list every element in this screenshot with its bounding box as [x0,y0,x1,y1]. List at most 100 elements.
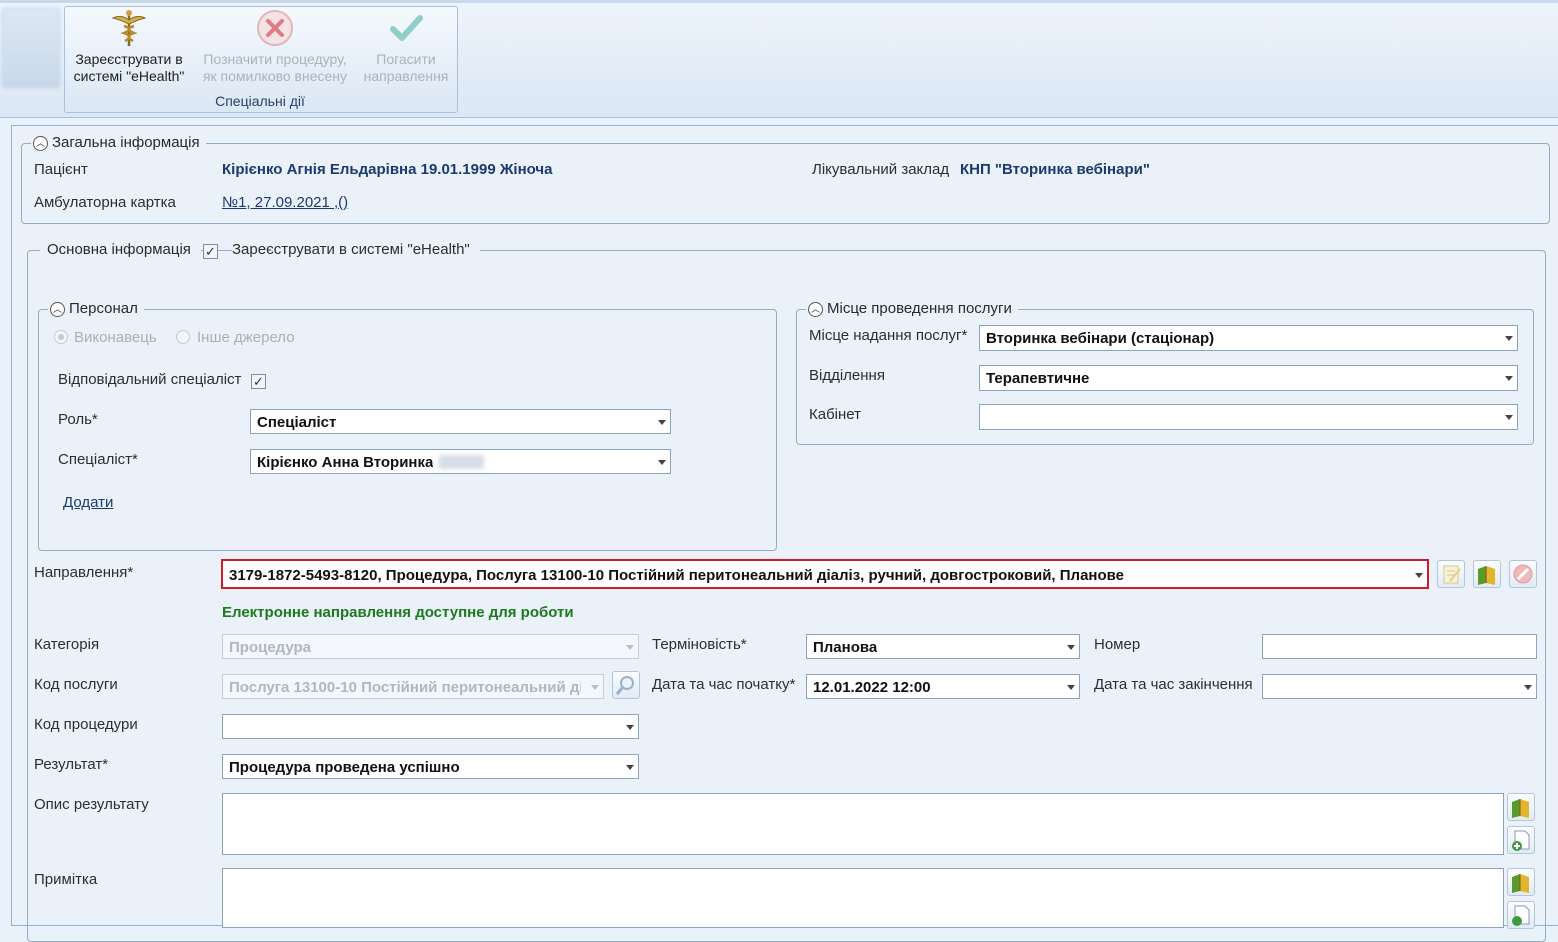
mark-erroneous-button[interactable]: Позначити процедуру, як помилково внесен… [194,8,356,85]
book-icon [1512,799,1529,818]
general-info-group [21,143,1550,224]
note-label: Примітка [34,871,98,888]
register-ehealth-checkbox[interactable]: ✓ [203,244,218,259]
specialist-select-value: Кірієнко Анна Вторинка [257,454,434,471]
result-description-add-button[interactable] [1507,826,1535,854]
edit-note-icon [1443,565,1461,584]
category-select-value: Процедура [229,639,312,656]
clear-icon [1513,564,1533,584]
result-description-template-button[interactable] [1507,793,1535,821]
clear-referral-button[interactable] [1509,560,1537,588]
register-ehealth-button[interactable]: Зареєструвати в системі "eHealth" [66,8,192,85]
collapse-icon[interactable]: ︿ [50,302,65,317]
service-code-select[interactable]: Послуга 13100-10 Постійний перитонеальни… [222,674,604,699]
ribbon-top-border [0,0,1558,3]
responsible-specialist-label: Відповідальний спеціаліст [58,371,242,388]
register-ehealth-label: Зареєструвати в системі "eHealth" [73,51,185,84]
end-datetime-label: Дата та час закінчення [1094,676,1253,693]
general-info-legend[interactable]: ︿ Загальна інформація [31,134,206,151]
procedure-code-select[interactable] [222,714,639,739]
category-label: Категорія [34,636,100,653]
red-x-icon [257,10,293,46]
result-description-textarea[interactable] [222,793,1504,855]
mark-erroneous-label: Позначити процедуру, як помилково внесен… [202,51,348,84]
add-document-icon [1512,830,1530,851]
close-referral-button[interactable]: Погасити направлення [358,8,454,85]
role-select-value: Спеціаліст [257,414,337,431]
blurred-ribbon-button[interactable] [2,8,60,88]
chevron-down-icon [658,420,666,425]
service-search-button[interactable] [612,671,640,699]
role-select[interactable]: Спеціаліст [250,409,671,434]
chevron-down-icon [1067,685,1075,690]
urgency-label: Терміновість* [652,636,747,653]
chevron-down-icon [1067,645,1075,650]
department-select[interactable]: Терапевтичне [979,365,1518,391]
cabinet-label: Кабінет [809,406,862,423]
redacted-text [439,455,484,469]
book-icon [1512,874,1529,893]
chevron-down-icon [1505,376,1513,381]
referral-status-text: Електронне направлення доступне для робо… [222,604,574,621]
note-add-button[interactable] [1507,901,1535,929]
chevron-down-icon [1505,336,1513,341]
procedure-code-label: Код процедури [34,716,138,733]
collapse-icon[interactable]: ︿ [33,136,48,151]
start-datetime-picker[interactable]: 12.01.2022 12:00 [806,674,1080,699]
chevron-down-icon [1505,415,1513,420]
close-referral-label: Погасити направлення [363,51,449,84]
chevron-down-icon [626,725,634,730]
referral-select-value: 3179-1872-5493-8120, Процедура, Послуга … [229,567,1125,584]
main-info-legend: Основна інформація [40,241,201,258]
place-select-value: Вторинка вебінари (стаціонар) [986,330,1215,347]
category-select[interactable]: Процедура [222,634,639,659]
book-icon [1478,566,1495,585]
number-label: Номер [1094,636,1141,653]
specialist-label: Спеціаліст* [58,451,138,468]
caduceus-icon [111,10,147,46]
chevron-down-icon [591,685,599,690]
radio-other-source[interactable] [176,330,190,344]
service-code-select-value: Послуга 13100-10 Постійний перитонеальни… [229,679,581,696]
place-select[interactable]: Вторинка вебінари (стаціонар) [979,325,1518,351]
place-label: Місце надання послуг* [809,327,968,344]
urgency-select-value: Планова [813,639,878,656]
personnel-legend[interactable]: ︿ Персонал [48,300,144,317]
chevron-down-icon [626,765,634,770]
chevron-down-icon [626,645,634,650]
referral-select[interactable]: 3179-1872-5493-8120, Процедура, Послуга … [221,559,1429,589]
chevron-down-icon [1524,685,1532,690]
chevron-down-icon [1415,573,1423,578]
result-select-value: Процедура проведена успішно [229,759,460,776]
patient-value: Кірієнко Агнія Ельдарівна 19.01.1999 Жін… [222,161,553,178]
specialist-select[interactable]: Кірієнко Анна Вторинка [250,449,671,474]
chevron-down-icon [658,460,666,465]
cabinet-select[interactable] [979,404,1518,430]
register-ehealth-checkbox-label: Зареєструвати в системі "eHealth" [232,241,480,258]
facility-value: КНП "Вторинка вебінари" [960,161,1150,178]
magnifier-icon [615,676,634,695]
radio-performer-label: Виконавець [74,329,157,346]
patient-label: Пацієнт [34,161,88,178]
responsible-specialist-checkbox[interactable]: ✓ [251,374,266,389]
urgency-select[interactable]: Планова [806,634,1080,659]
result-label: Результат* [34,756,109,773]
start-datetime-value: 12.01.2022 12:00 [813,679,931,696]
number-input[interactable] [1262,634,1537,659]
checkmark-icon [390,15,423,41]
referral-book-button[interactable] [1473,560,1501,588]
service-code-label: Код послуги [34,676,118,693]
collapse-icon[interactable]: ︿ [808,302,823,317]
service-place-legend[interactable]: ︿ Місце проведення послуги [806,300,1018,317]
ribbon-group-label: Спеціальні дії [215,93,305,109]
result-select[interactable]: Процедура проведена успішно [222,754,639,779]
edit-referral-button[interactable] [1437,560,1465,588]
note-textarea[interactable] [222,868,1504,928]
radio-performer[interactable] [54,330,68,344]
department-select-value: Терапевтичне [986,370,1090,387]
add-link[interactable]: Додати [63,494,113,511]
end-datetime-picker[interactable] [1262,674,1537,699]
card-link[interactable]: №1, 27.09.2021 ,() [222,194,348,211]
role-label: Роль* [58,411,98,428]
note-template-button[interactable] [1507,868,1535,896]
